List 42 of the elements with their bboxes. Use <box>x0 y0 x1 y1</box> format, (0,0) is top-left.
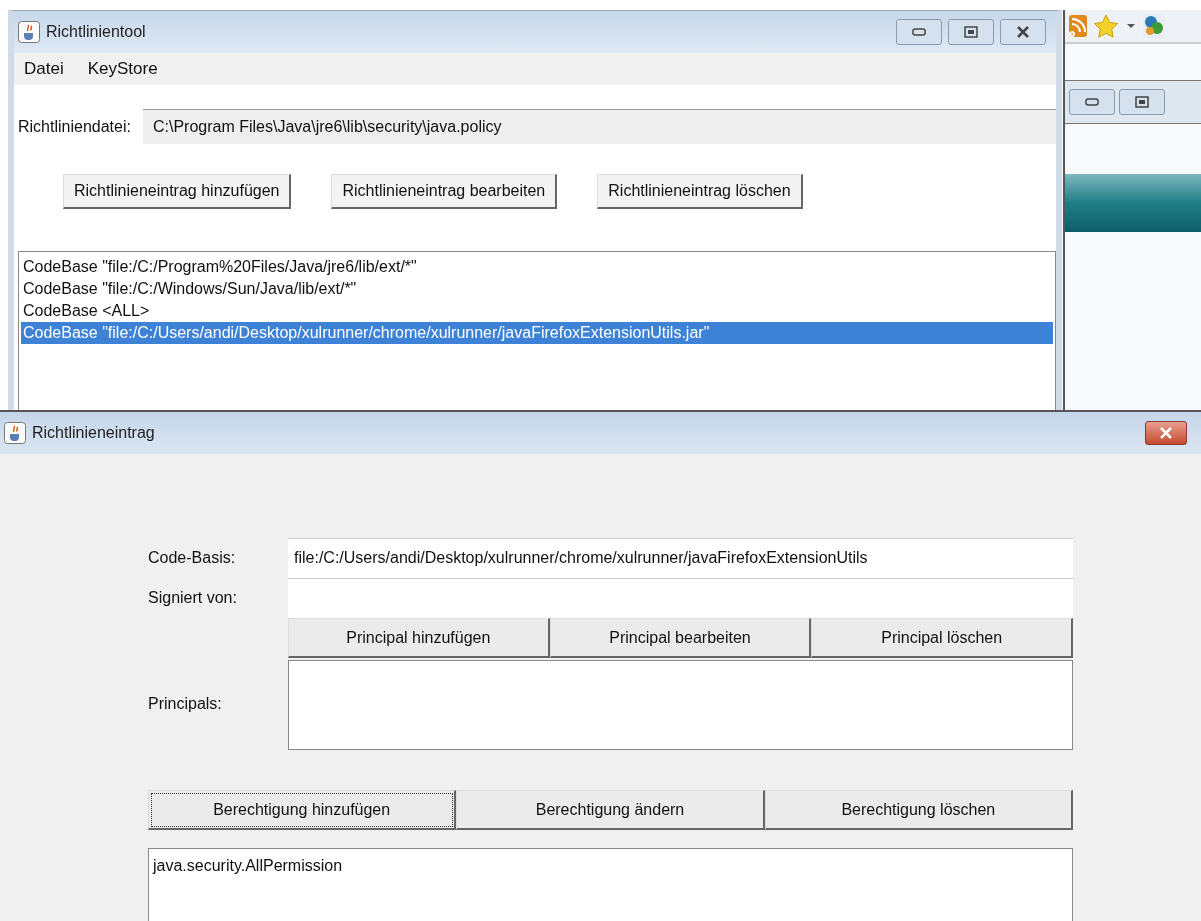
rss-icon[interactable] <box>1069 15 1087 37</box>
action-button[interactable]: Richtlinieneintrag hinzufügen <box>63 174 292 209</box>
close-icon <box>1159 427 1173 439</box>
code-base-field[interactable]: file:/C:/Users/andi/Desktop/xulrunner/chrome/xulrunner/javaFirefoxExtensionUtils <box>288 538 1073 578</box>
star-icon[interactable] <box>1093 14 1119 38</box>
minimize-icon <box>912 28 926 36</box>
minimize-button[interactable] <box>1069 89 1115 115</box>
maximize-button[interactable] <box>948 19 994 45</box>
list-item[interactable]: CodeBase "file:/C:/Program%20Files/Java/jre6/lib/ext/*" <box>21 256 1053 278</box>
list-item[interactable]: java.security.AllPermission <box>153 855 1068 877</box>
list-item[interactable]: CodeBase "file:/C:/Users/andi/Desktop/xulrunner/chrome/xulrunner/javaFirefoxExtensionUtils.jar" <box>21 322 1053 344</box>
list-item[interactable]: CodeBase "file:/C:/Windows/Sun/Java/lib/ext/*" <box>21 278 1053 300</box>
action-button[interactable]: Richtlinieneintrag löschen <box>597 174 803 209</box>
close-button[interactable] <box>1000 19 1046 45</box>
field-label: Richtliniendatei: <box>18 117 131 136</box>
minimize-button[interactable] <box>896 19 942 45</box>
maximize-icon <box>964 26 978 38</box>
maximize-button[interactable] <box>1119 89 1165 115</box>
permission-button[interactable]: Berechtigung hinzufügen <box>148 790 457 830</box>
field-label: Signiert von: <box>148 589 238 607</box>
java-cup-icon <box>18 21 40 43</box>
action-button[interactable]: Richtlinieneintrag bearbeiten <box>331 174 558 209</box>
menu-item[interactable]: KeyStore <box>87 59 158 79</box>
principal-button[interactable]: Principal hinzufügen <box>288 618 550 658</box>
field-label: Code-Basis: <box>148 549 237 567</box>
principal-button[interactable]: Principal bearbeiten <box>549 618 812 658</box>
principal-button[interactable]: Principal löschen <box>811 618 1073 658</box>
window-title: Richtlinieneintrag <box>32 424 155 442</box>
field-label: Principals: <box>148 695 223 713</box>
close-icon <box>1016 26 1030 38</box>
caret-icon[interactable] <box>1125 22 1137 30</box>
list-item[interactable]: CodeBase <ALL> <box>21 300 1053 322</box>
permission-button[interactable]: Berechtigung löschen <box>764 790 1073 830</box>
window-title: Richtlinientool <box>46 23 146 41</box>
permission-button[interactable]: Berechtigung ändern <box>456 790 765 830</box>
java-cup-icon <box>4 422 26 444</box>
minimize-icon <box>1085 98 1099 106</box>
close-button[interactable] <box>1145 421 1187 445</box>
menu-item[interactable]: Datei <box>24 59 64 79</box>
policy-file-field[interactable]: C:\Program Files\Java\jre6\lib\security\java.policy <box>142 109 1056 144</box>
signed-by-field[interactable] <box>288 578 1073 618</box>
maximize-icon <box>1135 96 1149 108</box>
